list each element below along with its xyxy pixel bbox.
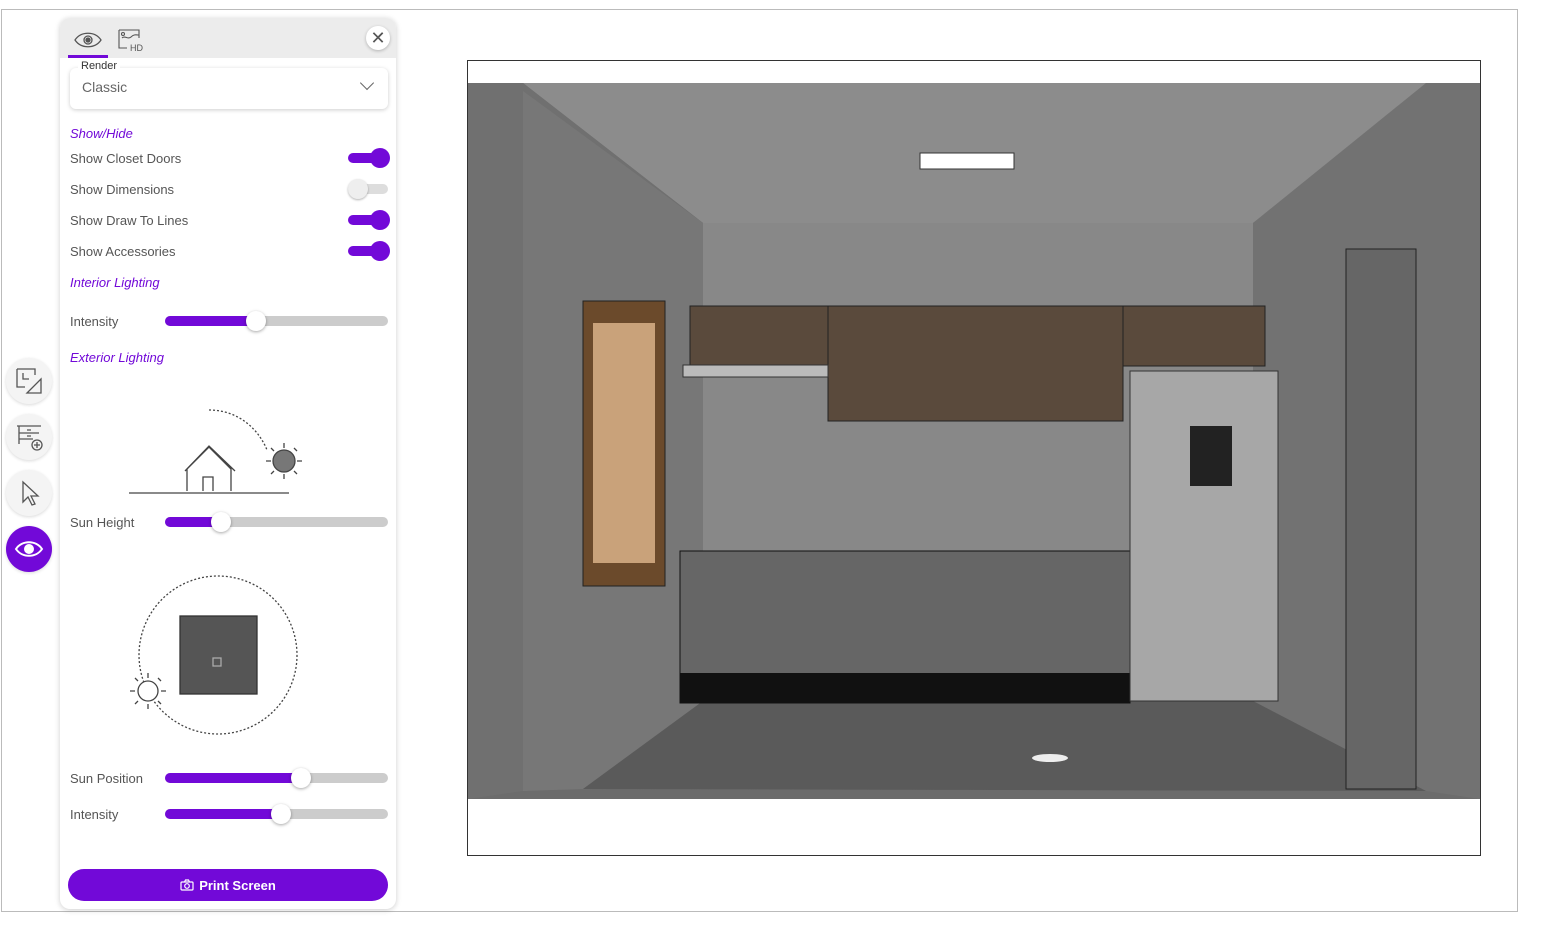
sun-height-slider[interactable] (165, 512, 388, 532)
exterior-intensity-slider[interactable] (165, 804, 388, 824)
sidebar-add-furniture-button[interactable] (6, 414, 52, 460)
sidebar-view-button[interactable] (6, 526, 52, 572)
show-closet-doors-label: Show Closet Doors (70, 151, 182, 166)
sun-position-slider[interactable] (165, 768, 388, 788)
eye-icon (74, 32, 102, 47)
add-furniture-icon (17, 425, 43, 451)
eye-icon (14, 541, 44, 557)
render-label: Render (78, 60, 121, 72)
render-value: Classic (82, 79, 128, 95)
3d-viewport[interactable] (467, 60, 1481, 856)
show-accessories-toggle[interactable] (348, 241, 390, 261)
show-accessories-label: Show Accessories (70, 244, 176, 259)
sun-height-label: Sun Height (70, 515, 135, 530)
pointer-icon (22, 480, 40, 506)
sidebar-select-button[interactable] (6, 470, 52, 516)
close-icon: ✕ (370, 27, 386, 48)
show-draw-to-lines-toggle[interactable] (348, 210, 390, 230)
exterior-lighting-heading: Exterior Lighting (70, 350, 164, 365)
view-settings-panel: HD ✕ Render Classic Show/Hide Show Close… (60, 18, 396, 909)
svg-text:HD: HD (130, 43, 143, 53)
sun-height-illustration (129, 409, 302, 494)
print-screen-button[interactable]: Print Screen (68, 869, 388, 901)
sun-position-label: Sun Position (70, 771, 143, 786)
camera-icon (180, 879, 194, 891)
chevron-down-icon (359, 75, 375, 91)
panel-tabs: HD ✕ (60, 18, 396, 58)
close-panel-button[interactable]: ✕ (366, 26, 390, 50)
sidebar-floorplan-button[interactable] (6, 358, 52, 404)
interior-intensity-slider[interactable] (165, 311, 388, 331)
tab-hd-render[interactable]: HD (112, 24, 152, 58)
show-hide-heading: Show/Hide (70, 126, 133, 141)
render-mode-select[interactable]: Render Classic (70, 60, 388, 109)
exterior-intensity-label: Intensity (70, 807, 119, 822)
floorplan-icon (16, 368, 42, 394)
show-draw-to-lines-label: Show Draw To Lines (70, 213, 189, 228)
hd-render-icon: HD (118, 29, 143, 53)
kitchen-render (468, 83, 1480, 799)
interior-intensity-label: Intensity (70, 314, 119, 329)
interior-lighting-heading: Interior Lighting (70, 275, 160, 290)
show-dimensions-label: Show Dimensions (70, 182, 175, 197)
show-dimensions-toggle[interactable] (348, 179, 390, 199)
sun-position-illustration (130, 575, 298, 735)
print-screen-label: Print Screen (199, 877, 276, 893)
tab-view[interactable] (68, 24, 108, 58)
show-closet-doors-toggle[interactable] (348, 148, 390, 168)
